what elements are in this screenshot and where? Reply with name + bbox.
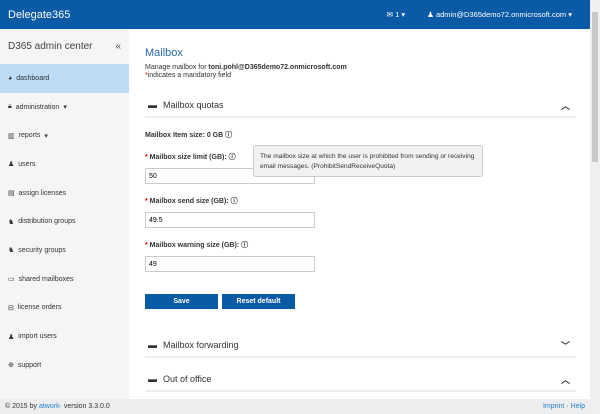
save-button[interactable]: Save [145, 294, 218, 309]
warning-size-input[interactable] [145, 256, 315, 272]
sidebar-item-label: dashboard [16, 74, 50, 82]
lifebuoy-icon: ⊕ [8, 362, 14, 370]
sidebar: D365 admin center « ◕ dashboard 🔒︎ administr… [0, 29, 129, 399]
user-icon: ♟ [8, 333, 15, 341]
users-icon: ♞ [8, 247, 15, 255]
item-size: Mailbox Item size: 0 GB ⓘ [145, 130, 576, 140]
sidebar-item-distribution-groups[interactable]: ♞ distribution groups [0, 207, 129, 236]
user-menu[interactable]: ♟ admin@D365demo72.onmicrosoft.com ▾ [427, 10, 572, 19]
sidebar-item-label: import users [18, 333, 57, 341]
quotas-panel: ▬ Mailbox quotas ︿ Mailbox Item size: 0 GB… [145, 94, 576, 309]
help-link[interactable]: Help [571, 403, 585, 410]
inbox-icon: ▭ [8, 276, 15, 284]
mandatory-note: *indicates a mandatory field [145, 72, 590, 79]
page-title: Mailbox [145, 47, 183, 59]
user-email: admin@D365demo72.onmicrosoft.com [435, 10, 567, 19]
ooo-title: Out of office [163, 374, 212, 384]
warning-size-label: * Mailbox warning size (GB): ⓘ [145, 242, 249, 249]
sidebar-item-administration[interactable]: 🔒︎ administration ▾ [0, 93, 129, 122]
messages-count: 1 [395, 10, 400, 19]
panel-icon: ▬ [148, 374, 157, 384]
tooltip: The mailbox size at which the user is pr… [253, 145, 483, 177]
manage-prefix: Manage mailbox for [145, 64, 209, 71]
sidebar-item-import-users[interactable]: ♟ import users [0, 322, 129, 351]
send-size-text: Mailbox send size (GB): [149, 198, 229, 205]
chevron-down-icon[interactable]: ﹀ [561, 339, 570, 352]
top-bar: Delegate365 ✉ 1 ▾ ♟ admin@D365demo72.onm… [0, 0, 590, 29]
info-icon[interactable]: ⓘ [225, 132, 232, 139]
scrollbar-thumb[interactable] [592, 12, 598, 162]
footer: © 2015 by atwork · version 3.3.0.0 Impri… [0, 399, 590, 414]
sidebar-item-label: administration [15, 103, 60, 111]
info-icon[interactable]: ⓘ [241, 242, 248, 249]
reset-default-button[interactable]: Reset default [222, 294, 295, 309]
sidebar-item-label: users [18, 160, 36, 168]
mailbox-address: toni.pohl@D365demo72.onmicrosoft.com [208, 64, 347, 71]
sidebar-item-license-orders[interactable]: ⊟ license orders [0, 294, 129, 323]
size-limit-text: Mailbox size limit (GB): [149, 154, 227, 161]
messages-menu[interactable]: ✉ 1 ▾ [387, 10, 405, 19]
manage-text: Manage mailbox for toni.pohl@D365demo72.… [145, 64, 590, 71]
main-content: Mailbox Manage mailbox for toni.pohl@D36… [129, 29, 590, 399]
lock-icon: 🔒︎ [8, 103, 12, 111]
quotas-header[interactable]: ▬ Mailbox quotas ︿ [145, 94, 576, 118]
ooo-header[interactable]: ▬ Out of office ︿ [145, 368, 576, 392]
cart-icon: ⊟ [8, 304, 14, 312]
imprint-link[interactable]: Imprint [543, 403, 564, 410]
brand[interactable]: Delegate365 [8, 9, 70, 21]
chevron-up-icon[interactable]: ︿ [561, 373, 570, 386]
warning-size-text: Mailbox warning size (GB): [149, 242, 240, 249]
forwarding-title: Mailbox forwarding [163, 340, 239, 350]
version: · version 3.3.0.0 [59, 403, 110, 410]
sidebar-item-assign-licenses[interactable]: ▤ assign licenses [0, 179, 129, 208]
item-size-text: Mailbox Item size: 0 GB [145, 132, 224, 139]
sidebar-item-security-groups[interactable]: ♞ security groups [0, 236, 129, 265]
sidebar-item-reports[interactable]: ▥ reports ▾ [0, 121, 129, 150]
panel-icon: ▬ [148, 340, 157, 350]
sidebar-item-label: support [17, 361, 42, 369]
scrollbar[interactable] [590, 0, 600, 414]
info-icon[interactable]: ⓘ [231, 198, 238, 205]
sidebar-item-label: license orders [17, 304, 62, 312]
dashboard-icon: ◕ [8, 74, 13, 82]
sidebar-item-label: distribution groups [18, 218, 76, 226]
sidebar-item-dashboard[interactable]: ◕ dashboard [0, 64, 129, 93]
collapse-button[interactable]: « [115, 41, 121, 52]
copyright: © 2015 by [5, 403, 38, 410]
sidebar-item-shared-mailboxes[interactable]: ▭ shared mailboxes [0, 265, 129, 294]
info-icon[interactable]: ⓘ [229, 154, 236, 161]
sidebar-item-label: assign licenses [18, 189, 67, 197]
sidebar-item-users[interactable]: ♟ users [0, 150, 129, 179]
send-size-input[interactable] [145, 212, 315, 228]
chart-icon: ▥ [8, 132, 15, 140]
caret-down-icon: ▾ [63, 104, 67, 112]
company-link[interactable]: atwork [39, 403, 60, 410]
sidebar-item-label: shared mailboxes [18, 275, 74, 283]
file-icon: ▤ [8, 190, 15, 198]
forwarding-panel: ▬ Mailbox forwarding ﹀ [145, 334, 576, 358]
quotas-title: Mailbox quotas [163, 100, 224, 110]
user-icon: ♟ [8, 161, 15, 169]
send-size-label: * Mailbox send size (GB): ⓘ [145, 198, 238, 205]
chevron-up-icon[interactable]: ︿ [561, 99, 570, 112]
caret-down-icon: ▾ [44, 132, 48, 140]
sidebar-title: D365 admin center [8, 41, 93, 52]
mandatory-text: indicates a mandatory field [147, 72, 232, 79]
sidebar-item-support[interactable]: ⊕ support [0, 351, 129, 380]
ooo-panel: ▬ Out of office ︿ [145, 368, 576, 392]
panel-icon: ▬ [148, 100, 157, 110]
forwarding-header[interactable]: ▬ Mailbox forwarding ﹀ [145, 334, 576, 358]
users-icon: ♞ [8, 218, 15, 226]
sidebar-item-label: reports [18, 132, 41, 140]
sidebar-item-label: security groups [18, 246, 66, 254]
